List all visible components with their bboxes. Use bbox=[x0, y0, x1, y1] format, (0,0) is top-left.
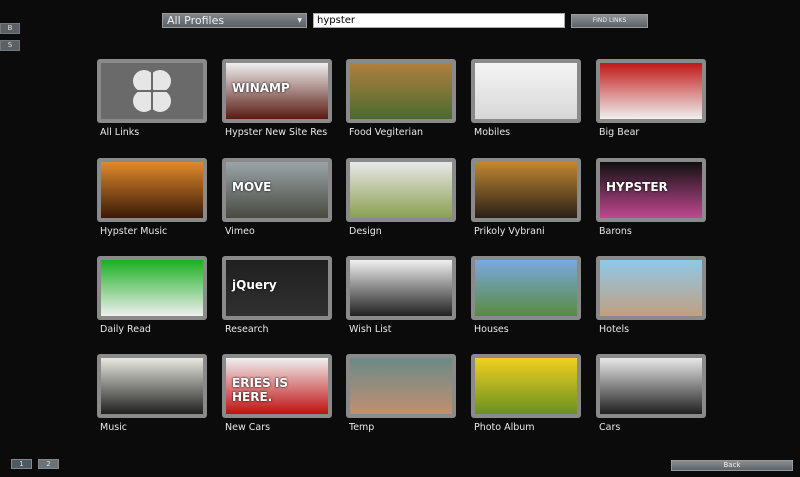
tile-label[interactable]: Prikoly Vybrani bbox=[471, 226, 581, 237]
thumbnail-image: WINAMP bbox=[226, 63, 328, 119]
tile-label[interactable]: Cars bbox=[596, 422, 706, 433]
link-tile[interactable]: Food Vegiterian bbox=[346, 59, 456, 138]
thumbnail-image bbox=[475, 63, 577, 119]
tile-thumbnail[interactable] bbox=[97, 354, 207, 418]
tile-thumbnail[interactable] bbox=[346, 158, 456, 222]
chevron-down-icon: ▼ bbox=[297, 17, 302, 24]
thumbnail-image bbox=[101, 260, 203, 316]
link-tile[interactable]: jQuery Research bbox=[222, 256, 332, 335]
profile-select[interactable]: All Profiles ▼ bbox=[162, 13, 307, 28]
tile-thumbnail[interactable] bbox=[97, 256, 207, 320]
link-tile[interactable]: Photo Album bbox=[471, 354, 581, 433]
thumbnail-image: MOVE bbox=[226, 162, 328, 218]
tile-thumbnail[interactable] bbox=[346, 59, 456, 123]
link-tile[interactable]: Prikoly Vybrani bbox=[471, 158, 581, 237]
tile-label[interactable]: Hotels bbox=[596, 324, 706, 335]
tile-label[interactable]: Food Vegiterian bbox=[346, 127, 456, 138]
tile-thumbnail[interactable]: HYPSTER bbox=[596, 158, 706, 222]
find-links-button[interactable]: FIND LINKS bbox=[571, 14, 648, 28]
page-1-button[interactable]: 1 bbox=[11, 459, 32, 469]
back-button[interactable]: Back bbox=[671, 460, 793, 471]
link-tile[interactable]: Mobiles bbox=[471, 59, 581, 138]
thumbnail-image bbox=[475, 260, 577, 316]
link-tile[interactable]: Big Bear bbox=[596, 59, 706, 138]
thumbnail-image: ERIES IS HERE. bbox=[226, 358, 328, 414]
link-tile[interactable]: Houses bbox=[471, 256, 581, 335]
tile-thumbnail[interactable] bbox=[97, 158, 207, 222]
tile-label[interactable]: Design bbox=[346, 226, 456, 237]
thumbnail-image bbox=[600, 260, 702, 316]
thumbnail-text: MOVE bbox=[232, 180, 272, 194]
thumbnail-image bbox=[101, 162, 203, 218]
link-tile[interactable]: All Links bbox=[97, 59, 207, 138]
tile-thumbnail[interactable] bbox=[97, 59, 207, 123]
tile-label[interactable]: Big Bear bbox=[596, 127, 706, 138]
thumbnail-image bbox=[101, 63, 203, 119]
link-tile[interactable]: WINAMP Hypster New Site Res bbox=[222, 59, 332, 138]
profile-select-value: All Profiles bbox=[167, 14, 225, 27]
tile-label[interactable]: All Links bbox=[97, 127, 207, 138]
link-tile[interactable]: Hotels bbox=[596, 256, 706, 335]
thumbnail-image bbox=[475, 358, 577, 414]
thumbnail-image bbox=[600, 358, 702, 414]
tile-thumbnail[interactable] bbox=[346, 354, 456, 418]
link-tile[interactable]: MOVE Vimeo bbox=[222, 158, 332, 237]
tile-thumbnail[interactable] bbox=[346, 256, 456, 320]
thumbnail-image bbox=[475, 162, 577, 218]
tile-label[interactable]: Houses bbox=[471, 324, 581, 335]
thumbnail-text: jQuery bbox=[232, 278, 277, 292]
tile-label[interactable]: Temp bbox=[346, 422, 456, 433]
tile-label[interactable]: Vimeo bbox=[222, 226, 332, 237]
tile-label[interactable]: Barons bbox=[596, 226, 706, 237]
s-button[interactable]: S bbox=[0, 40, 20, 51]
tile-thumbnail[interactable] bbox=[471, 354, 581, 418]
link-tile[interactable]: Hypster Music bbox=[97, 158, 207, 237]
tile-thumbnail[interactable] bbox=[596, 256, 706, 320]
tile-thumbnail[interactable] bbox=[596, 59, 706, 123]
link-tile[interactable]: HYPSTER Barons bbox=[596, 158, 706, 237]
thumbnail-image: HYPSTER bbox=[600, 162, 702, 218]
link-tile[interactable]: ERIES IS HERE. New Cars bbox=[222, 354, 332, 433]
search-input[interactable] bbox=[313, 13, 565, 28]
tile-thumbnail[interactable] bbox=[596, 354, 706, 418]
link-tile[interactable]: Wish List bbox=[346, 256, 456, 335]
thumbnail-image bbox=[600, 63, 702, 119]
tile-label[interactable]: Hypster New Site Res bbox=[222, 127, 332, 138]
link-tile[interactable]: Temp bbox=[346, 354, 456, 433]
tile-label[interactable]: Daily Read bbox=[97, 324, 207, 335]
tile-thumbnail[interactable]: WINAMP bbox=[222, 59, 332, 123]
tile-thumbnail[interactable] bbox=[471, 256, 581, 320]
thumbnail-image bbox=[350, 162, 452, 218]
tile-label[interactable]: New Cars bbox=[222, 422, 332, 433]
link-tile[interactable]: Design bbox=[346, 158, 456, 237]
tile-label[interactable]: Music bbox=[97, 422, 207, 433]
b-button[interactable]: B bbox=[0, 23, 20, 34]
tile-label[interactable]: Hypster Music bbox=[97, 226, 207, 237]
tile-thumbnail[interactable]: MOVE bbox=[222, 158, 332, 222]
tile-thumbnail[interactable]: ERIES IS HERE. bbox=[222, 354, 332, 418]
thumbnail-image bbox=[350, 358, 452, 414]
thumbnail-text: ERIES IS HERE. bbox=[232, 376, 289, 404]
thumbnail-image bbox=[350, 63, 452, 119]
link-tile[interactable]: Music bbox=[97, 354, 207, 433]
tile-label[interactable]: Research bbox=[222, 324, 332, 335]
tile-thumbnail[interactable] bbox=[471, 59, 581, 123]
tile-label[interactable]: Photo Album bbox=[471, 422, 581, 433]
link-tile[interactable]: Cars bbox=[596, 354, 706, 433]
tile-label[interactable]: Wish List bbox=[346, 324, 456, 335]
thumbnail-image bbox=[101, 358, 203, 414]
link-tile[interactable]: Daily Read bbox=[97, 256, 207, 335]
thumbnail-image: jQuery bbox=[226, 260, 328, 316]
tile-thumbnail[interactable] bbox=[471, 158, 581, 222]
thumbnail-text: WINAMP bbox=[232, 81, 290, 95]
tile-thumbnail[interactable]: jQuery bbox=[222, 256, 332, 320]
tile-label[interactable]: Mobiles bbox=[471, 127, 581, 138]
clover-icon bbox=[133, 70, 171, 112]
page-2-button[interactable]: 2 bbox=[38, 459, 59, 469]
thumbnail-image bbox=[350, 260, 452, 316]
thumbnail-text: HYPSTER bbox=[606, 180, 668, 194]
